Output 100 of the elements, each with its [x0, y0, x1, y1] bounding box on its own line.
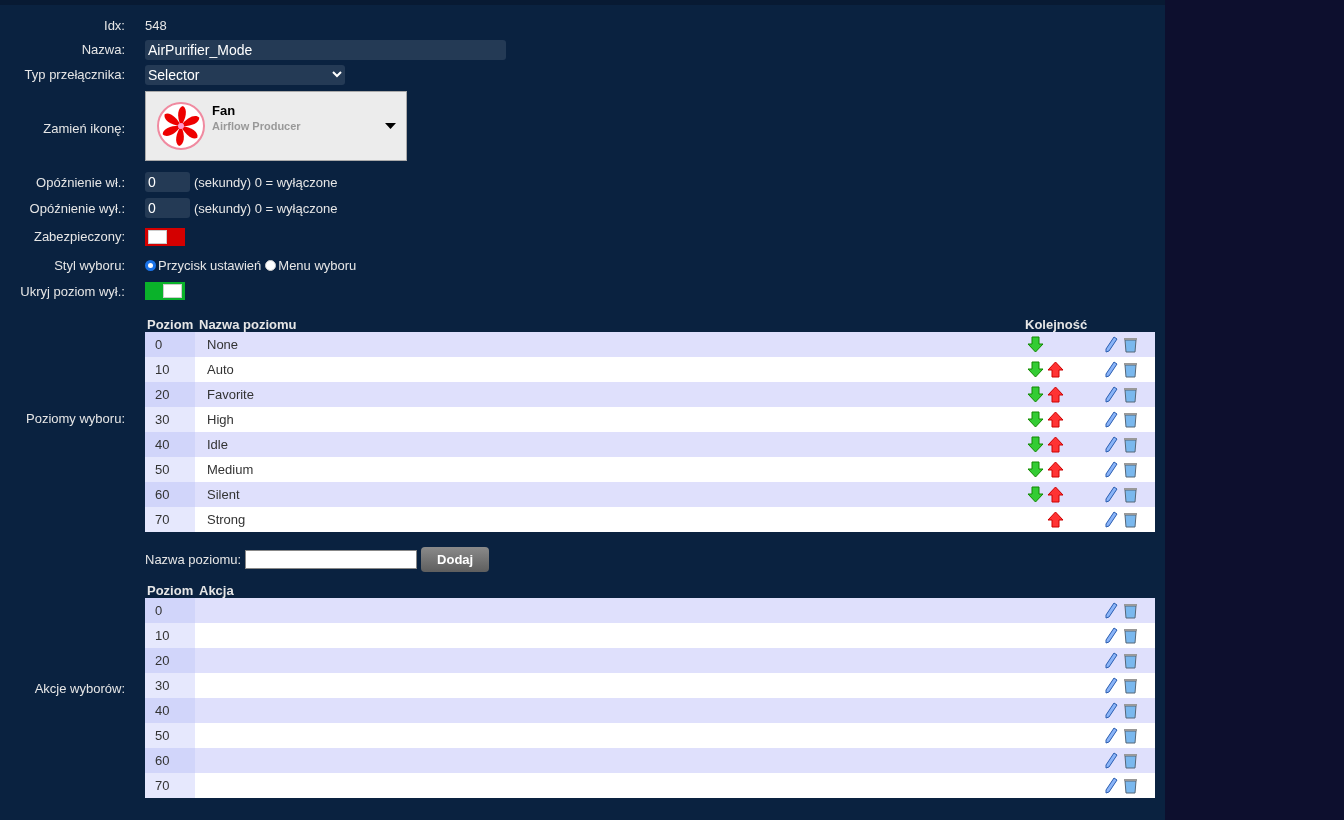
up-arrow-icon[interactable] [1047, 485, 1064, 503]
level-name-input[interactable] [245, 550, 418, 569]
pencil-icon[interactable] [1103, 511, 1120, 528]
table-cell: 50 [145, 723, 195, 748]
pencil-icon[interactable] [1103, 436, 1120, 453]
delay-hint: (sekundy) 0 = wyłączone [194, 174, 338, 190]
add-level-label: Nazwa poziomu: [145, 552, 242, 567]
add-button[interactable]: Dodaj [421, 547, 490, 572]
pencil-icon[interactable] [1103, 627, 1120, 644]
table-cell: 40 [145, 432, 195, 457]
pencil-icon[interactable] [1103, 677, 1120, 694]
up-arrow-icon[interactable] [1047, 360, 1064, 378]
toggle-switch[interactable] [145, 227, 185, 246]
pencil-icon[interactable] [1103, 411, 1120, 428]
icon-picker[interactable]: Fan Airflow Producer [145, 91, 407, 161]
delay-field[interactable]: 0 [145, 198, 190, 218]
trash-icon[interactable] [1122, 336, 1139, 353]
icon-subtitle: Airflow Producer [212, 120, 302, 132]
table-cell: 60 [145, 482, 195, 507]
trash-icon[interactable] [1122, 361, 1139, 378]
idx-value: 548 [145, 18, 167, 33]
trash-icon[interactable] [1122, 602, 1139, 619]
table-cell: 20 [145, 382, 195, 407]
column-header: Kolejność [1025, 317, 1089, 332]
down-arrow-icon[interactable] [1027, 335, 1044, 353]
table-cell: 70 [145, 773, 195, 798]
pencil-icon[interactable] [1103, 602, 1120, 619]
column-header: Akcja [199, 583, 235, 598]
table-cell: 30 [145, 673, 195, 698]
pencil-icon[interactable] [1103, 386, 1120, 403]
pencil-icon[interactable] [1103, 652, 1120, 669]
field-label: Styl wyboru: [53, 257, 125, 273]
field-label: Typ przełącznika: [23, 67, 125, 82]
up-arrow-icon[interactable] [1047, 385, 1064, 403]
chevron-down-icon [332, 71, 342, 78]
pencil-icon[interactable] [1103, 361, 1120, 378]
trash-icon[interactable] [1122, 411, 1139, 428]
table-cell-text: Idle [206, 437, 229, 452]
delay-hint: (sekundy) 0 = wyłączone [194, 200, 338, 216]
fan-icon [156, 101, 206, 151]
table-cell-text: None [206, 337, 240, 352]
trash-icon[interactable] [1122, 652, 1139, 669]
trash-icon[interactable] [1122, 677, 1139, 694]
down-arrow-icon[interactable] [1027, 410, 1044, 428]
table-cell: 10 [145, 623, 195, 648]
trash-icon[interactable] [1122, 436, 1139, 453]
field-label: Opóźnienie wł.: [35, 174, 125, 190]
table-cell-text: Medium [206, 462, 255, 477]
table-cell-text: Strong [206, 512, 247, 527]
table-cell: 60 [145, 748, 195, 773]
trash-icon[interactable] [1122, 386, 1139, 403]
pencil-icon[interactable] [1103, 336, 1120, 353]
table-cell: 0 [145, 332, 195, 357]
radio-option[interactable]: Menu wyboru [265, 257, 357, 273]
trash-icon[interactable] [1122, 486, 1139, 503]
dropdown-value: Selector [148, 65, 200, 85]
section-label: Akcje wyborów: [33, 680, 125, 696]
table-cell: 50 [145, 457, 195, 482]
table-cell: 70 [145, 507, 195, 532]
up-arrow-icon[interactable] [1047, 510, 1064, 528]
delay-field[interactable]: 0 [145, 172, 190, 192]
down-arrow-icon[interactable] [1027, 460, 1044, 478]
up-arrow-icon[interactable] [1047, 460, 1064, 478]
trash-icon[interactable] [1122, 727, 1139, 744]
pencil-icon[interactable] [1103, 486, 1120, 503]
name-field[interactable]: AirPurifier_Mode [145, 39, 506, 60]
table-cell-text: Favorite [206, 387, 255, 402]
table-cell: 40 [145, 698, 195, 723]
field-label: Ukryj poziom wył.: [19, 283, 125, 299]
down-arrow-icon[interactable] [1027, 485, 1044, 503]
pencil-icon[interactable] [1103, 702, 1120, 719]
table-cell-text: Silent [206, 487, 241, 502]
trash-icon[interactable] [1122, 627, 1139, 644]
trash-icon[interactable] [1122, 702, 1139, 719]
trash-icon[interactable] [1122, 777, 1139, 794]
trash-icon[interactable] [1122, 752, 1139, 769]
pencil-icon[interactable] [1103, 777, 1120, 794]
down-arrow-icon[interactable] [1027, 360, 1044, 378]
pencil-icon[interactable] [1103, 461, 1120, 478]
table-cell: 30 [145, 407, 195, 432]
up-arrow-icon[interactable] [1047, 435, 1064, 453]
table-cell: 20 [145, 648, 195, 673]
trash-icon[interactable] [1122, 511, 1139, 528]
switch-type-dropdown[interactable]: Selector [145, 64, 345, 85]
field-label: Zamień ikonę: [42, 120, 125, 136]
icon-title: Fan [212, 103, 237, 118]
pencil-icon[interactable] [1103, 752, 1120, 769]
toggle-switch[interactable] [145, 282, 185, 300]
caret-icon [385, 123, 396, 129]
table-cell: 0 [145, 598, 195, 623]
radio-option[interactable]: Przycisk ustawień [145, 257, 262, 273]
up-arrow-icon[interactable] [1047, 410, 1064, 428]
trash-icon[interactable] [1122, 461, 1139, 478]
section-label: Poziomy wyboru: [25, 410, 125, 426]
table-cell: 10 [145, 357, 195, 382]
down-arrow-icon[interactable] [1027, 385, 1044, 403]
pencil-icon[interactable] [1103, 727, 1120, 744]
down-arrow-icon[interactable] [1027, 435, 1044, 453]
table-cell-text: High [206, 412, 235, 427]
table-cell-text: Auto [206, 362, 235, 377]
